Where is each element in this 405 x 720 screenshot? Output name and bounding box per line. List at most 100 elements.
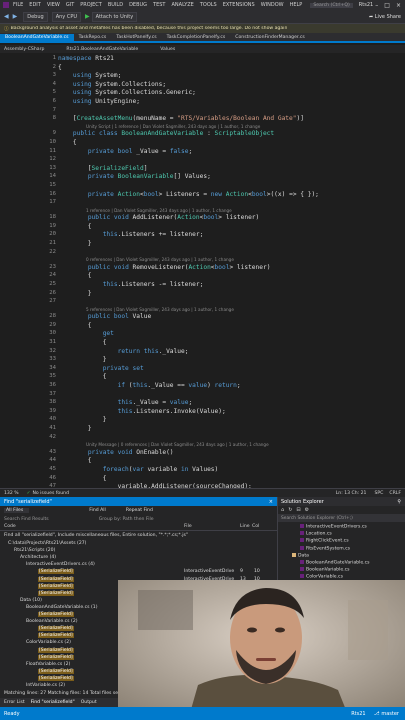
code-line[interactable]: { (58, 223, 92, 230)
tab-3[interactable]: TaskCompletionPanelfy.cs (162, 34, 231, 41)
find-group[interactable]: Architecture (4) (20, 555, 56, 560)
play-icon[interactable]: ▶ (85, 13, 90, 20)
find-match[interactable]: [SerializeField] (38, 590, 74, 596)
codelens-hint[interactable]: Unity Script | 1 reference | Dan Violet … (86, 124, 260, 129)
attach-unity-button[interactable]: Attach to Unity (91, 11, 138, 22)
minimize-icon[interactable]: – (375, 2, 378, 9)
menu-item-file[interactable]: FILE (13, 2, 23, 8)
find-match[interactable]: [SerializeField] (38, 583, 74, 589)
codelens-hint[interactable]: 0 references | Dan Violet Sagmiller, 243… (86, 257, 234, 262)
code-line[interactable]: [SerializeField] (58, 165, 148, 172)
find-match[interactable]: [SerializeField] (38, 675, 74, 681)
code-line[interactable]: { (58, 475, 107, 482)
branch-indicator[interactable]: master (381, 711, 399, 717)
home-icon[interactable]: ⌂ (281, 507, 284, 513)
find-match[interactable]: [SerializeField] (38, 633, 74, 639)
code-line[interactable]: return this._Value; (58, 348, 189, 355)
menu-item-help[interactable]: HELP (290, 2, 303, 8)
code-line[interactable]: { (58, 64, 62, 71)
vs-logo-icon[interactable] (3, 2, 9, 8)
pin-icon[interactable]: ⚲ (397, 499, 401, 505)
se-file[interactable]: BooleanAndGateVariable.cs (300, 560, 370, 566)
codelens-hint[interactable]: Unity Message | 0 references | Dan Viole… (86, 442, 269, 447)
code-line[interactable]: this.Listeners -= listener; (58, 281, 204, 288)
code-line[interactable]: using System; (58, 72, 121, 79)
member-dropdown[interactable]: Values (160, 47, 175, 52)
project-indicator[interactable]: Rts21 (351, 711, 365, 717)
code-line[interactable]: } (58, 356, 107, 363)
se-file[interactable]: RtsEventSystem.cs (300, 545, 350, 551)
repeat-find-button[interactable]: Repeat Find (126, 508, 153, 513)
code-editor[interactable]: 1 2 3 4 5 6 7 8 9 10 11 12 13 14 15 16 17 18 19 20 21 22 23 24 2… (0, 53, 405, 488)
code-line[interactable]: [CreateAssetMenu(menuName = "RTS/Variabl… (58, 115, 304, 122)
find-group[interactable]: Data (10) (20, 598, 42, 603)
code-line[interactable]: } (58, 240, 92, 247)
tab-0[interactable]: BooleanAndGateVariable.cs (0, 33, 74, 41)
zoom-level[interactable]: 132 % (4, 491, 19, 496)
menu-item-view[interactable]: VIEW (47, 2, 60, 8)
code-line[interactable]: using System.Collections; (58, 81, 166, 88)
se-search-input[interactable]: Search Solution Explorer (Ctrl+;) (281, 516, 353, 521)
menu-item-window[interactable]: WINDOW (261, 2, 284, 8)
code-line[interactable]: public bool Value (58, 313, 151, 320)
code-line[interactable]: } (58, 290, 92, 297)
tab-output[interactable]: Output (81, 700, 97, 705)
code-line[interactable]: } (58, 425, 92, 432)
find-group[interactable]: IntVariable.cs (2) (26, 683, 65, 688)
tab-1[interactable]: TaskRepo.cs (74, 34, 112, 41)
se-file[interactable]: Location.cs (300, 531, 332, 537)
platform-dropdown[interactable]: Any CPU (51, 11, 82, 22)
live-share-button[interactable]: ➦ Live Share (369, 14, 401, 20)
find-panel-close-icon[interactable]: × (269, 499, 273, 505)
code-line[interactable]: this._Value = value; (58, 399, 193, 406)
code-line[interactable]: using UnityEngine; (58, 98, 140, 105)
group-by-dropdown[interactable]: Group by: Path then File (99, 517, 154, 522)
code-line[interactable]: this.Listeners += listener; (58, 231, 204, 238)
code-line[interactable]: { (58, 339, 107, 346)
code-line[interactable]: { (58, 139, 77, 146)
tab-error-list[interactable]: Error List (4, 700, 25, 705)
settings-icon[interactable]: ⚙ (305, 507, 309, 513)
se-file[interactable]: BooleanVariable.cs (300, 567, 350, 573)
col-col[interactable]: Col (252, 524, 259, 529)
menu-item-project[interactable]: PROJECT (80, 2, 102, 8)
menu-item-debug[interactable]: DEBUG (129, 2, 147, 8)
find-match[interactable]: [SerializeField] (38, 668, 74, 674)
find-match[interactable]: [SerializeField] (38, 569, 74, 575)
whitespace-mode[interactable]: SPC (374, 491, 383, 496)
col-code[interactable]: Code (4, 524, 184, 529)
code-line[interactable]: public void RemoveListener(Action<bool> … (58, 264, 271, 271)
find-match[interactable]: [SerializeField] (38, 626, 74, 632)
find-group[interactable]: InteractiveEventDrivers.cs (4) (26, 562, 95, 567)
se-file[interactable]: RightClickEvent.cs (300, 538, 349, 544)
menu-item-test[interactable]: TEST (153, 2, 165, 8)
back-icon[interactable]: ◀ (4, 13, 9, 20)
tab-find-results[interactable]: Find "serializefield" (31, 700, 75, 705)
find-match[interactable]: [SerializeField] (38, 654, 74, 660)
find-match[interactable]: [SerializeField] (38, 647, 74, 653)
se-folder[interactable]: Data (292, 552, 309, 558)
search-find-results-input[interactable]: Search Find Results (4, 517, 49, 522)
code-line[interactable]: { (58, 322, 92, 329)
menu-item-tools[interactable]: TOOLS (200, 2, 217, 8)
code-line[interactable]: private bool _Value = false; (58, 148, 192, 155)
menu-item-extensions[interactable]: EXTENSIONS (223, 2, 255, 8)
code-line[interactable]: public void AddListener(Action<bool> lis… (58, 214, 259, 221)
type-dropdown[interactable]: Rts21.BooleanAndGateVariable (66, 47, 138, 52)
find-group[interactable]: BooleanAndGateVariable.cs (1) (26, 605, 98, 610)
code-line[interactable]: using System.Collections.Generic; (58, 89, 196, 96)
code-line[interactable]: { (58, 457, 92, 464)
menu-item-git[interactable]: GIT (66, 2, 74, 8)
code-line[interactable]: { (58, 373, 107, 380)
find-all-button[interactable]: Find All (89, 508, 106, 513)
menu-item-analyze[interactable]: ANALYZE (172, 2, 194, 8)
maximize-icon[interactable]: □ (384, 2, 390, 9)
config-dropdown[interactable]: Debug (23, 11, 48, 22)
code-line[interactable]: { (58, 272, 92, 279)
code-line[interactable]: public class BooleanAndGateVariable : Sc… (58, 130, 274, 137)
tab-2[interactable]: TaskHotPanelfy.cs (111, 34, 161, 41)
refresh-icon[interactable]: ↻ (288, 507, 292, 513)
code-line[interactable]: get (58, 330, 114, 337)
code-line[interactable]: private BooleanVariable[] Values; (58, 173, 211, 180)
close-icon[interactable]: × (396, 2, 401, 9)
